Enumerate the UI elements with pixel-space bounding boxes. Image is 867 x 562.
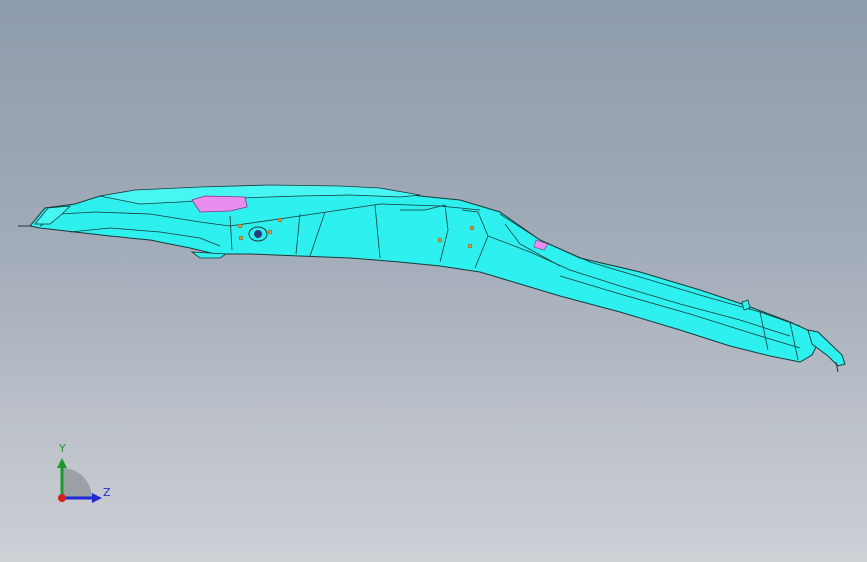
y-axis-arrow bbox=[57, 458, 67, 468]
graphics-viewport[interactable]: Y Z bbox=[0, 0, 867, 562]
mounting-hole-inner bbox=[254, 230, 262, 238]
z-axis-arrow bbox=[92, 493, 102, 503]
triad-graphic bbox=[57, 458, 102, 503]
triad-origin bbox=[58, 494, 66, 502]
triad-quadrant bbox=[62, 468, 92, 498]
y-axis-label: Y bbox=[59, 442, 66, 455]
z-axis-label: Z bbox=[103, 486, 111, 499]
orientation-triad: Y Z bbox=[40, 440, 130, 520]
cad-part-model[interactable] bbox=[0, 0, 867, 562]
